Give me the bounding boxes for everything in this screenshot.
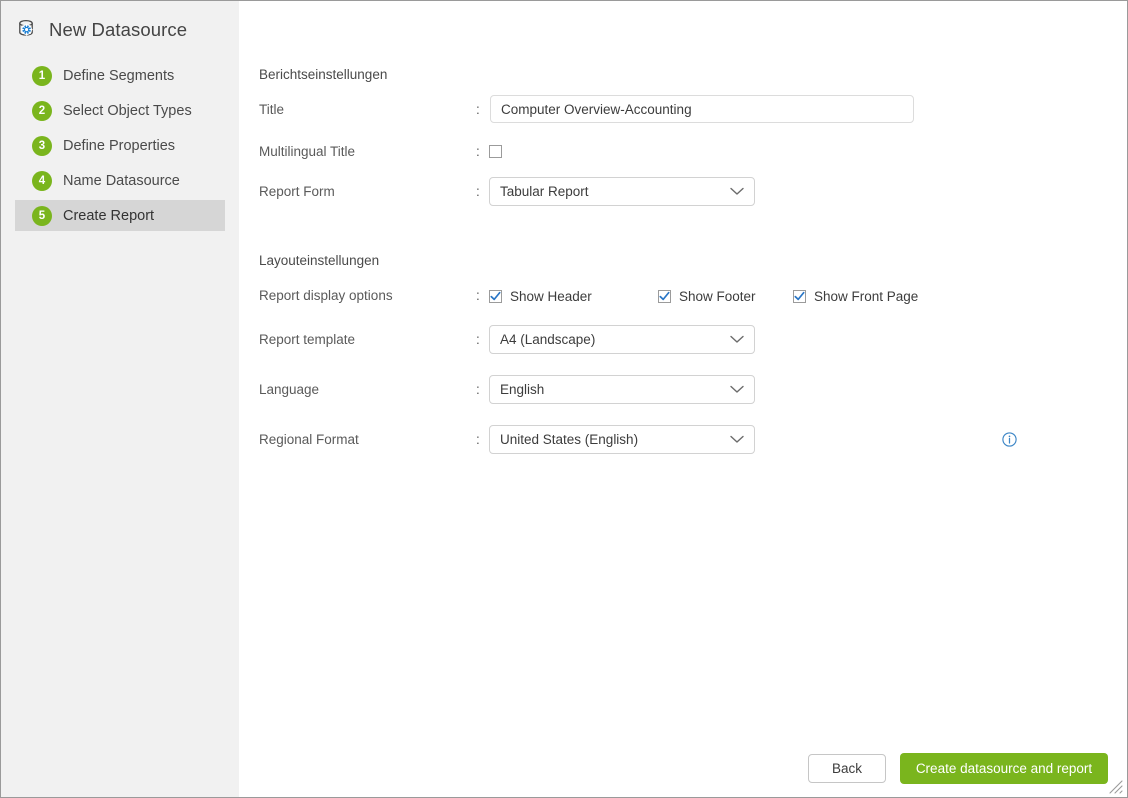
sidebar-item-create-report[interactable]: 5 Create Report: [15, 200, 225, 231]
regional-format-separator: :: [476, 432, 480, 447]
sidebar-item-define-segments[interactable]: 1 Define Segments: [15, 60, 225, 91]
report-display-options-label: Report display options: [259, 288, 393, 303]
report-form-label: Report Form: [259, 184, 335, 199]
chevron-down-icon: [720, 435, 754, 444]
multilingual-title-checkbox[interactable]: [489, 145, 502, 158]
show-header-checkbox-group[interactable]: Show Header: [489, 289, 592, 304]
report-template-separator: :: [476, 332, 480, 347]
sidebar-item-name-datasource[interactable]: 4 Name Datasource: [15, 165, 225, 196]
show-footer-checkbox[interactable]: [658, 290, 671, 303]
multilingual-title-label: Multilingual Title: [259, 144, 356, 159]
show-header-checkbox[interactable]: [489, 290, 502, 303]
language-value: English: [500, 382, 545, 397]
back-button[interactable]: Back: [808, 754, 886, 783]
form-content: Berichtseinstellungen Title : Computer O…: [240, 1, 1127, 797]
show-footer-label: Show Footer: [679, 289, 756, 304]
wizard-header: New Datasource: [1, 1, 239, 59]
sidebar-item-label: Name Datasource: [63, 172, 180, 189]
layout-settings-section-title: Layouteinstellungen: [259, 253, 380, 268]
report-template-value: A4 (Landscape): [500, 332, 596, 347]
sidebar-item-label: Define Segments: [63, 67, 175, 84]
resize-grip-icon[interactable]: [1106, 777, 1124, 795]
sidebar-item-label: Define Properties: [63, 137, 176, 154]
chevron-down-icon: [720, 385, 754, 394]
show-front-page-label: Show Front Page: [814, 289, 919, 304]
sidebar-item-label: Create Report: [63, 207, 155, 224]
step-badge-3: 3: [32, 135, 52, 156]
sidebar-item-define-properties[interactable]: 3 Define Properties: [15, 130, 225, 161]
step-badge-2: 2: [32, 100, 52, 121]
regional-format-dropdown[interactable]: United States (English): [489, 425, 755, 454]
step-badge-1: 1: [32, 65, 52, 86]
step-badge-5: 5: [32, 205, 52, 226]
create-datasource-and-report-button[interactable]: Create datasource and report: [900, 753, 1108, 784]
report-display-options-separator: :: [476, 288, 480, 303]
title-input[interactable]: Computer Overview-Accounting: [490, 95, 914, 123]
language-label: Language: [259, 382, 320, 397]
step-badge-4: 4: [32, 170, 52, 191]
chevron-down-icon: [720, 335, 754, 344]
database-gear-icon: [14, 17, 40, 43]
title-separator: :: [476, 102, 480, 117]
language-separator: :: [476, 382, 480, 397]
info-circle-icon[interactable]: [1002, 432, 1017, 447]
report-form-dropdown[interactable]: Tabular Report: [489, 177, 755, 206]
report-template-label: Report template: [259, 332, 356, 347]
new-datasource-dialog: New Datasource 1 Define Segments 2 Selec…: [0, 0, 1128, 798]
language-dropdown[interactable]: English: [489, 375, 755, 404]
show-front-page-checkbox[interactable]: [793, 290, 806, 303]
sidebar-item-select-object-types[interactable]: 2 Select Object Types: [15, 95, 225, 126]
report-template-dropdown[interactable]: A4 (Landscape): [489, 325, 755, 354]
title-label: Title: [259, 102, 285, 117]
wizard-sidebar: New Datasource 1 Define Segments 2 Selec…: [1, 1, 239, 797]
multilingual-title-checkbox-group[interactable]: [489, 145, 502, 158]
report-form-value: Tabular Report: [500, 184, 589, 199]
show-front-page-checkbox-group[interactable]: Show Front Page: [793, 289, 918, 304]
sidebar-item-label: Select Object Types: [63, 102, 192, 119]
report-form-separator: :: [476, 184, 480, 199]
chevron-down-icon: [720, 187, 754, 196]
regional-format-value: United States (English): [500, 432, 639, 447]
regional-format-label: Regional Format: [259, 432, 359, 447]
multilingual-title-separator: :: [476, 144, 480, 159]
show-footer-checkbox-group[interactable]: Show Footer: [658, 289, 756, 304]
show-header-label: Show Header: [510, 289, 592, 304]
report-settings-section-title: Berichtseinstellungen: [259, 67, 388, 82]
page-title: New Datasource: [49, 19, 188, 40]
